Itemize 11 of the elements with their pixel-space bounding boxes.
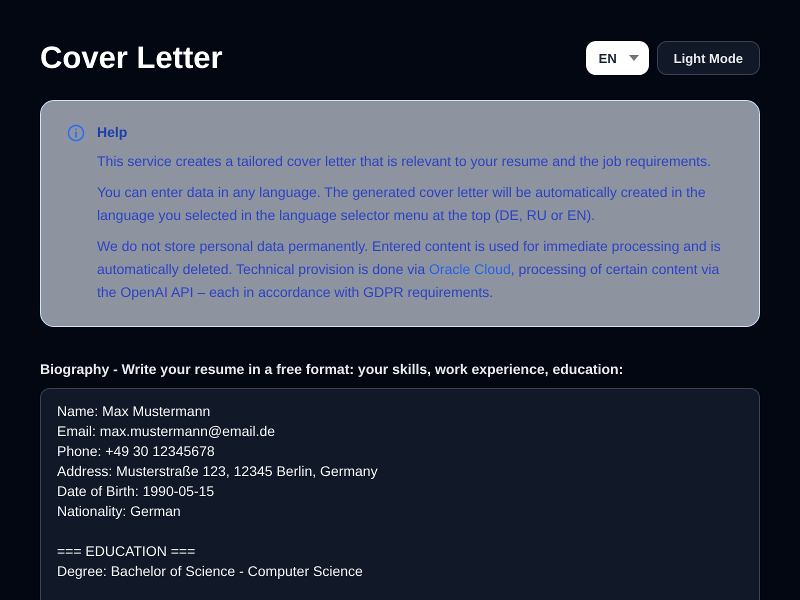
biography-input[interactable]: Name: Max Mustermann Email: max.mustermann@email.de Phone: +49 30 12345678 Address: Musterstraße 123, 12345 Berlin, Germany Date of Birth: 1990-05-15 Nationality: German === EDUCATION === Degree: Bachelor of Science - Computer Science (40, 388, 760, 600)
language-select[interactable]: EN (586, 41, 649, 75)
page-title: Cover Letter (40, 40, 223, 76)
help-paragraph: This service creates a tailored cover letter that is relevant to your resume and the job requirements. (97, 152, 712, 171)
info-icon (67, 124, 85, 142)
help-paragraph: You can enter data in any language. The generated cover letter will be automatically created in the language you selected in the language selector menu at the top (DE, RU or EN). (97, 183, 707, 225)
help-title: Help (97, 123, 128, 142)
biography-label: Biography - Write your resume in a free format: your skills, work experience, education: (40, 361, 624, 377)
light-mode-button[interactable]: Light Mode (656, 41, 760, 75)
help-paragraph: We do not store personal data permanently. Entered content is used for immediate processing and is automatically deleted. Technical provision is done via Oracle Cloud, processing of certain content via the OpenAI API – each in accordance with GDPR requirements. (97, 237, 722, 302)
caret-icon (628, 55, 639, 61)
